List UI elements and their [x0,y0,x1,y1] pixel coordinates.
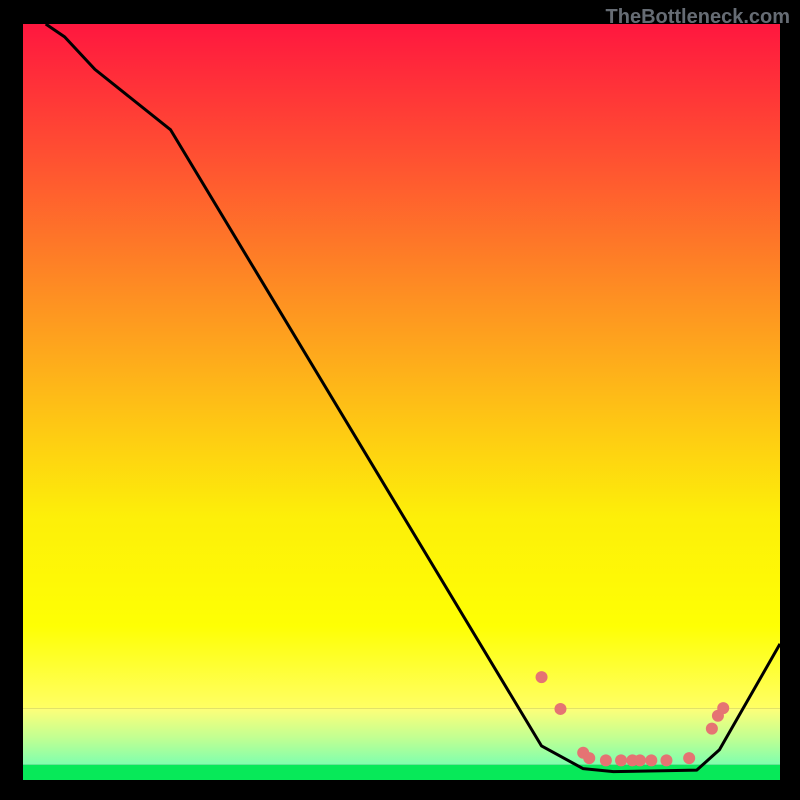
data-point [660,754,672,766]
data-point [615,754,627,766]
data-point [583,752,595,764]
data-point [536,671,548,683]
data-point [554,703,566,715]
data-point [634,754,646,766]
data-point [706,723,718,735]
data-point [683,752,695,764]
data-point [645,754,657,766]
data-point [600,754,612,766]
watermark-text: TheBottleneck.com [606,6,790,29]
data-point [717,702,729,714]
chart-background [23,24,780,780]
bottleneck-chart [0,0,800,800]
